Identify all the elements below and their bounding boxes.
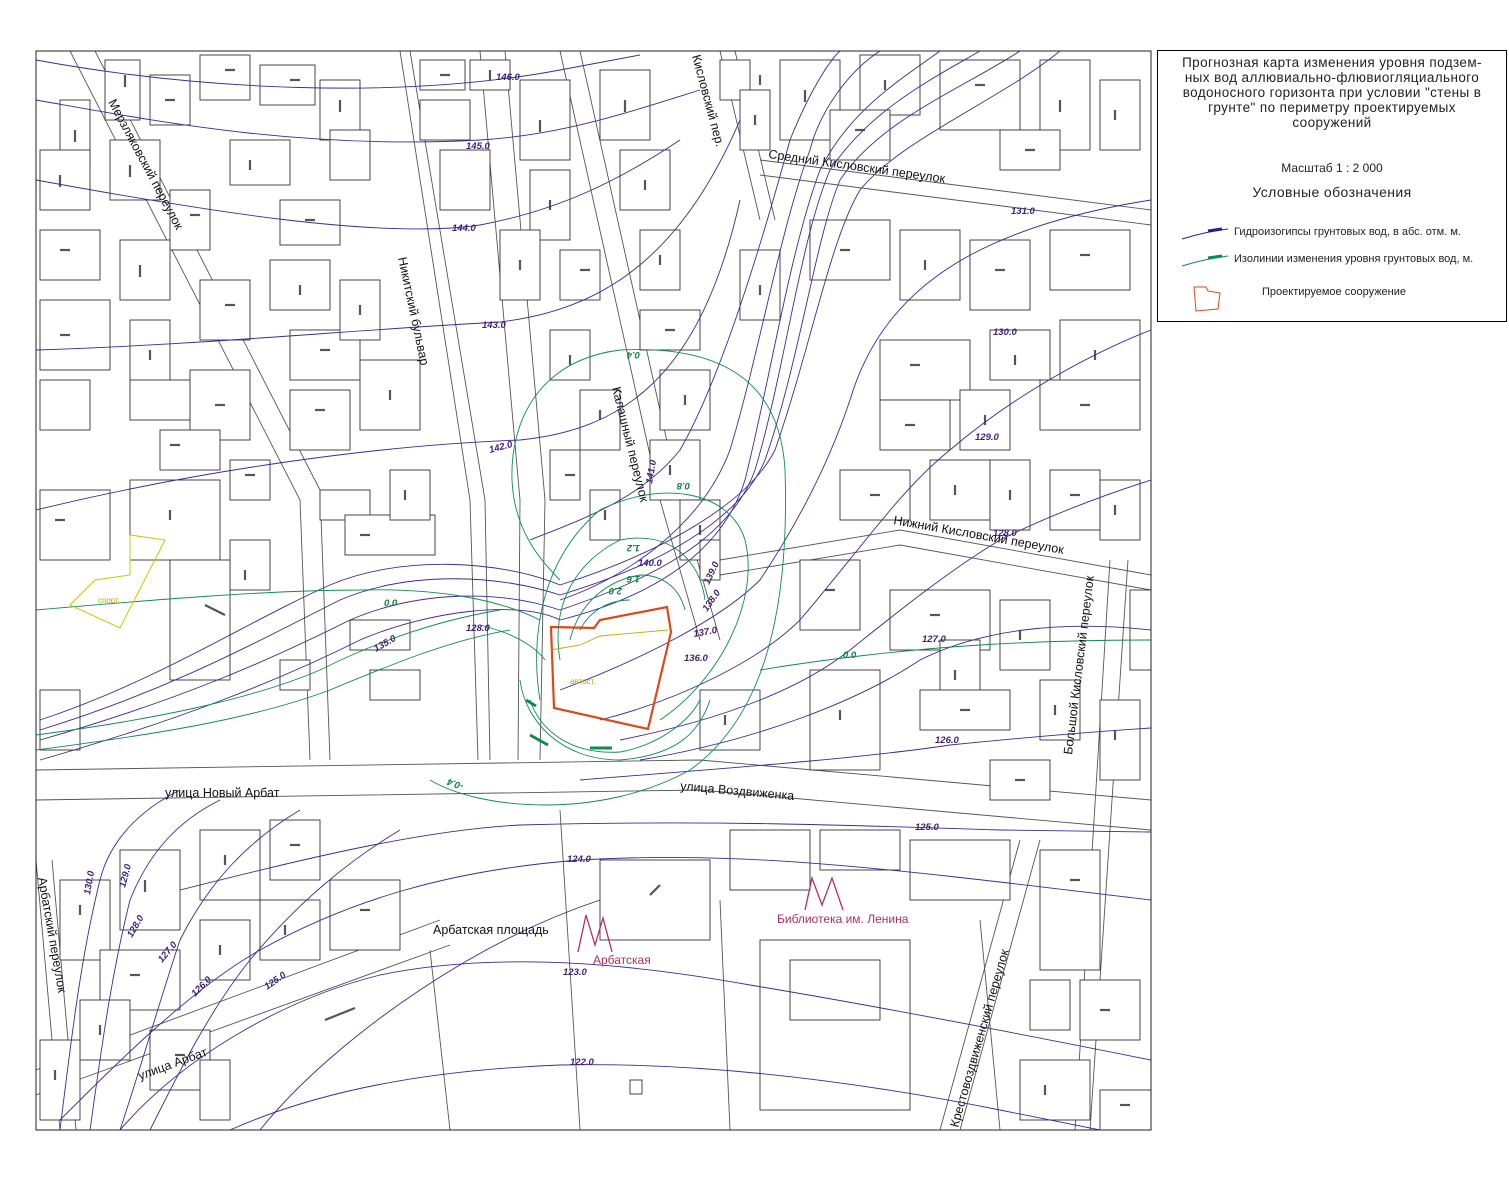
legend-heading: Условные обозначения — [1252, 184, 1412, 200]
legend-item-change-isoline: Изолинии изменения уровня грунтовых вод,… — [1180, 250, 1500, 270]
street-label-nikitsky: Никитский бульвар — [395, 256, 432, 367]
iso-label: 127.0 — [922, 634, 946, 645]
iso-label: 129.0 — [975, 432, 999, 443]
legend-item-hydroisohypse: Гидроизогипсы грунтовых вод, в абс. отм.… — [1180, 223, 1500, 243]
metro-library-icon — [804, 875, 844, 911]
iso-label: 125.0 — [262, 969, 288, 992]
legend-title-line: водоносного горизонта при условии "стены… — [1182, 85, 1482, 100]
sport-zone-label: спорт. — [98, 596, 120, 605]
iso-label: 122.0 — [570, 1057, 594, 1068]
street-label-vozdvizhenka: улица Воздвиженка — [680, 779, 795, 803]
iso-label: 126.0 — [935, 735, 959, 746]
iso-label: 144.0 — [452, 223, 476, 234]
iso-label: 143.0 — [482, 320, 506, 331]
chg-label: 1.6 — [626, 573, 640, 584]
iso-label: 146.0 — [496, 72, 520, 83]
structure-swatch-icon — [1193, 286, 1221, 312]
iso-label: 128.0 — [466, 623, 490, 634]
iso-label: 128.0 — [993, 528, 1017, 539]
chg-label: 1.2 — [626, 542, 640, 553]
legend-panel: Прогнозная карта изменения уровня подзем… — [1157, 50, 1507, 322]
chg-label: 0.0 — [843, 650, 857, 661]
street-label-arbatskaya-ploshad: Арбатская площадь — [433, 923, 549, 937]
structure-inner-line — [550, 629, 669, 651]
metro-label-library: Библиотека им. Ленина — [777, 912, 909, 926]
legend-scale: Масштаб 1 : 2 000 — [1281, 161, 1383, 175]
iso-label: 136.0 — [684, 653, 708, 664]
chg-label: 0.4 — [626, 349, 640, 360]
legend-item-structure: Проектируемое сооружение — [1180, 283, 1500, 312]
street-label-krestovozdvizhensky: Крестовоздвиженский переулок — [947, 947, 1011, 1129]
legend-title-line: Прогнозная карта изменения уровня подзем… — [1182, 55, 1482, 70]
iso-label: 125.0 — [915, 822, 939, 833]
legend-title: Прогнозная карта изменения уровня подзем… — [1164, 55, 1500, 130]
chg-label: 0.0 — [384, 598, 398, 609]
iso-label: 145.0 — [466, 141, 490, 152]
metro-label-arbatskaya: Арбатская — [593, 953, 651, 967]
iso-label: 131.0 — [1011, 206, 1035, 217]
iso-label: 123.0 — [563, 967, 587, 978]
iso-label: 130.0 — [993, 327, 1017, 338]
iso-label: 140.0 — [638, 558, 662, 569]
chg-label: 2.0 — [608, 585, 623, 596]
hydroisohypse-swatch-icon — [1181, 227, 1229, 240]
legend-title-line: ных вод аллювиально-флювиогляциального — [1184, 70, 1480, 85]
chg-label: 0.8 — [676, 480, 690, 491]
change-isoline-swatch-icon — [1181, 254, 1229, 267]
projected-structure[interactable] — [549, 605, 673, 731]
legend-title-line: грунте" по периметру проектируемых — [1208, 100, 1456, 115]
iso-label: 124.0 — [567, 854, 591, 865]
legend-item-label: Изолинии изменения уровня грунтовых вод,… — [1234, 253, 1474, 265]
legend-title-line: сооружений — [1292, 115, 1372, 130]
legend-item-label: Гидроизогипсы грунтовых вод, в абс. отм.… — [1234, 226, 1461, 238]
legend-item-label: Проектируемое сооружение — [1262, 286, 1407, 298]
street-label-novy-arbat: улица Новый Арбат — [165, 786, 280, 800]
structure-label: автост. — [570, 677, 596, 686]
